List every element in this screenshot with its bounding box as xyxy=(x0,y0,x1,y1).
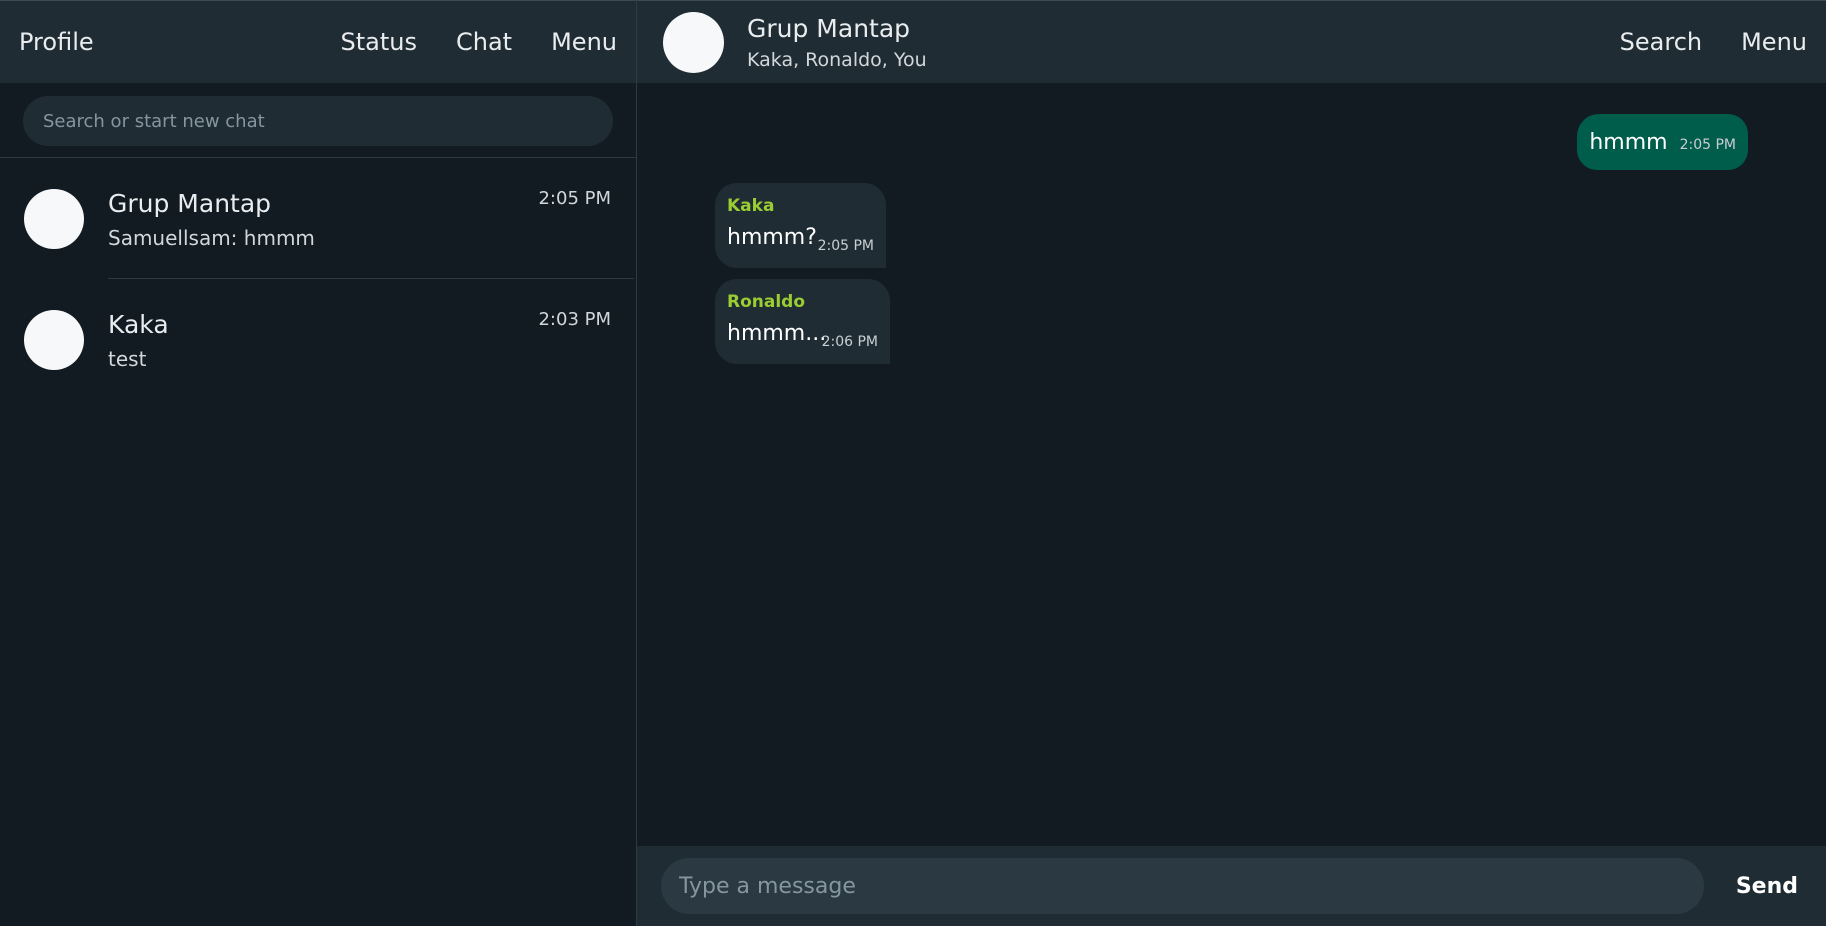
chat-name: Kaka xyxy=(108,310,169,339)
avatar-column xyxy=(0,279,108,400)
message-sender: Kaka xyxy=(727,196,775,216)
message-text: hmmm? xyxy=(727,225,817,250)
conversation-panel: Grup Mantap Kaka, Ronaldo, You Search Me… xyxy=(637,0,1826,926)
conversation-search-button[interactable]: Search xyxy=(1620,28,1702,56)
sidebar: Profile Status Chat Menu Grup Mantap Sam… xyxy=(0,0,637,926)
search-input[interactable] xyxy=(41,109,595,133)
message-area: hmmm 2:05 PM Kaka hmmm? 2:05 PM Ronaldo … xyxy=(637,83,1826,846)
message-time: 2:05 PM xyxy=(817,238,874,254)
whatsapp-app: Profile Status Chat Menu Grup Mantap Sam… xyxy=(0,0,1826,926)
chat-item-body: Kaka test 2:03 PM xyxy=(108,279,636,400)
chat-time: 2:05 PM xyxy=(538,188,611,209)
sidebar-header: Profile Status Chat Menu xyxy=(0,0,636,83)
conversation-titles: Grup Mantap Kaka, Ronaldo, You xyxy=(747,14,927,71)
conversation-menu-button[interactable]: Menu xyxy=(1741,28,1807,56)
message-time: 2:06 PM xyxy=(821,334,878,350)
message-bubble-incoming: Kaka hmmm? 2:05 PM xyxy=(715,183,886,268)
conversation-header: Grup Mantap Kaka, Ronaldo, You Search Me… xyxy=(637,0,1826,83)
message-input[interactable] xyxy=(661,858,1704,914)
message-time: 2:05 PM xyxy=(1679,137,1736,153)
message-text: hmmm... xyxy=(727,321,827,346)
message-bubble-outgoing: hmmm 2:05 PM xyxy=(1577,114,1748,170)
avatar xyxy=(24,188,84,249)
message-composer: Send xyxy=(637,846,1826,926)
profile-button[interactable]: Profile xyxy=(19,28,94,56)
conversation-members: Kaka, Ronaldo, You xyxy=(747,48,927,71)
avatar-column xyxy=(0,158,108,279)
chat-last-message: test xyxy=(108,347,147,371)
message-sender: Ronaldo xyxy=(727,292,806,312)
chat-item-body: Grup Mantap Samuellsam: hmmm 2:05 PM xyxy=(108,158,636,279)
chat-time: 2:03 PM xyxy=(538,309,611,330)
chat-list-item-grup-mantap[interactable]: Grup Mantap Samuellsam: hmmm 2:05 PM xyxy=(0,158,636,279)
search-box xyxy=(23,96,613,146)
sidebar-menu-button[interactable]: Menu xyxy=(551,28,617,56)
message-text: hmmm xyxy=(1589,129,1668,155)
avatar xyxy=(24,309,84,370)
chat-list-item-kaka[interactable]: Kaka test 2:03 PM xyxy=(0,279,636,400)
message-bubble-incoming: Ronaldo hmmm... 2:06 PM xyxy=(715,279,890,364)
chat-last-message: Samuellsam: hmmm xyxy=(108,226,315,250)
chat-list: Grup Mantap Samuellsam: hmmm 2:05 PM Kak… xyxy=(0,158,636,926)
chat-name: Grup Mantap xyxy=(108,189,272,218)
conversation-title[interactable]: Grup Mantap xyxy=(747,14,927,43)
search-container xyxy=(0,83,636,158)
group-avatar[interactable] xyxy=(663,11,724,73)
chat-button[interactable]: Chat xyxy=(456,28,512,56)
send-button[interactable]: Send xyxy=(1736,874,1798,899)
status-button[interactable]: Status xyxy=(341,28,417,56)
